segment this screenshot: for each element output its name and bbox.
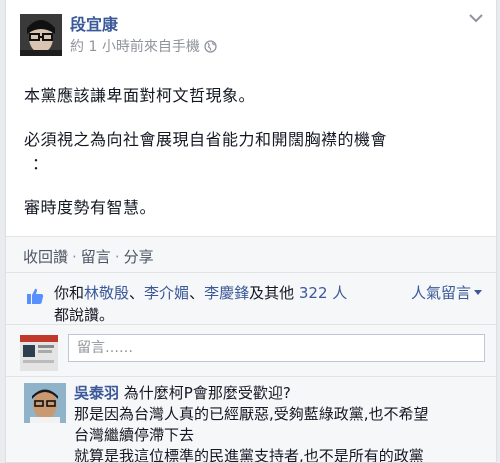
globe-icon	[204, 40, 217, 53]
post-timestamp[interactable]: 約 1 小時前來自手機	[70, 36, 217, 56]
comment-text: 那是因為台灣人真的已經厭惡,受夠藍綠政黨,也不希望	[74, 405, 429, 423]
post-line: 本黨應該謙卑面對柯文哲現象。	[24, 86, 256, 105]
sort-label: 人氣留言	[410, 284, 471, 302]
comment-composer	[6, 324, 496, 376]
likes-prefix: 你和	[54, 284, 85, 302]
post-line: ：	[32, 154, 49, 173]
likes-count: 322	[298, 284, 328, 302]
comment-text: 就算是我這位標準的民進黨支持者,也不是所有的政黨	[74, 447, 424, 463]
caret-down-icon	[474, 290, 482, 295]
likes-count-suffix: 人	[327, 284, 348, 302]
post-header: 段宜康 約 1 小時前來自手機	[6, 0, 496, 64]
post-line: 必須視之為向社會展現自省能力和開闊胸襟的機會	[24, 130, 388, 149]
post-card: 段宜康 約 1 小時前來自手機 本黨應該謙卑面對柯文哲現象。 必須視之為向社會展…	[5, 0, 497, 463]
separator: 、	[189, 284, 205, 302]
comment-text: 台灣繼續停滯下去	[74, 426, 195, 444]
liker-link[interactable]: 李慶鋒	[204, 284, 249, 302]
likes-text: 你和林敬殷、李介媚、李慶鋒及其他 322 人 都說讚。	[54, 282, 394, 326]
liker-link[interactable]: 林敬殷	[84, 284, 129, 302]
and-others-text: 及其他	[249, 284, 299, 302]
likes-count-link[interactable]: 322 人	[299, 284, 347, 302]
author-avatar[interactable]	[20, 14, 62, 56]
likes-summary: 你和林敬殷、李介媚、李慶鋒及其他 322 人 都說讚。 人氣留言	[6, 272, 496, 324]
chevron-down-icon[interactable]	[468, 12, 484, 24]
author-name[interactable]: 段宜康	[70, 11, 118, 35]
comment-input[interactable]	[68, 334, 485, 362]
commenter-name[interactable]: 吳泰羽	[74, 384, 119, 402]
separator: ·	[72, 248, 77, 266]
post-content: 本黨應該謙卑面對柯文哲現象。 必須視之為向社會展現自省能力和開闊胸襟的機會 ： …	[24, 84, 484, 220]
separator: ·	[114, 248, 120, 266]
post-line: 審時度勢有智慧。	[24, 198, 157, 217]
timestamp-prefix: 約	[70, 39, 89, 55]
comment-text: 為什麼柯P會那麼受歡迎?	[123, 384, 291, 402]
liker-link[interactable]: 李介媚	[144, 284, 189, 302]
thumbs-up-icon	[27, 288, 44, 304]
my-avatar	[20, 335, 58, 371]
sort-popular-dropdown[interactable]: 人氣留言	[411, 282, 482, 303]
timestamp-suffix: 小時前來自手機	[97, 39, 200, 55]
commenter-avatar[interactable]	[24, 383, 66, 423]
separator: 、	[129, 284, 145, 302]
share-button[interactable]: 分享	[124, 248, 154, 266]
likes-suffix: 都說讚。	[54, 306, 115, 324]
post-actions-bar: 收回讚 · 留言 · 分享	[6, 236, 496, 272]
unlike-button[interactable]: 收回讚	[23, 248, 68, 266]
comment-body: 吳泰羽 為什麼柯P會那麼受歡迎? 那是因為台灣人真的已經厭惡,受夠藍綠政黨,也不…	[74, 383, 484, 463]
comment-item: 吳泰羽 為什麼柯P會那麼受歡迎? 那是因為台灣人真的已經厭惡,受夠藍綠政黨,也不…	[6, 376, 496, 463]
comment-button[interactable]: 留言	[81, 248, 111, 266]
